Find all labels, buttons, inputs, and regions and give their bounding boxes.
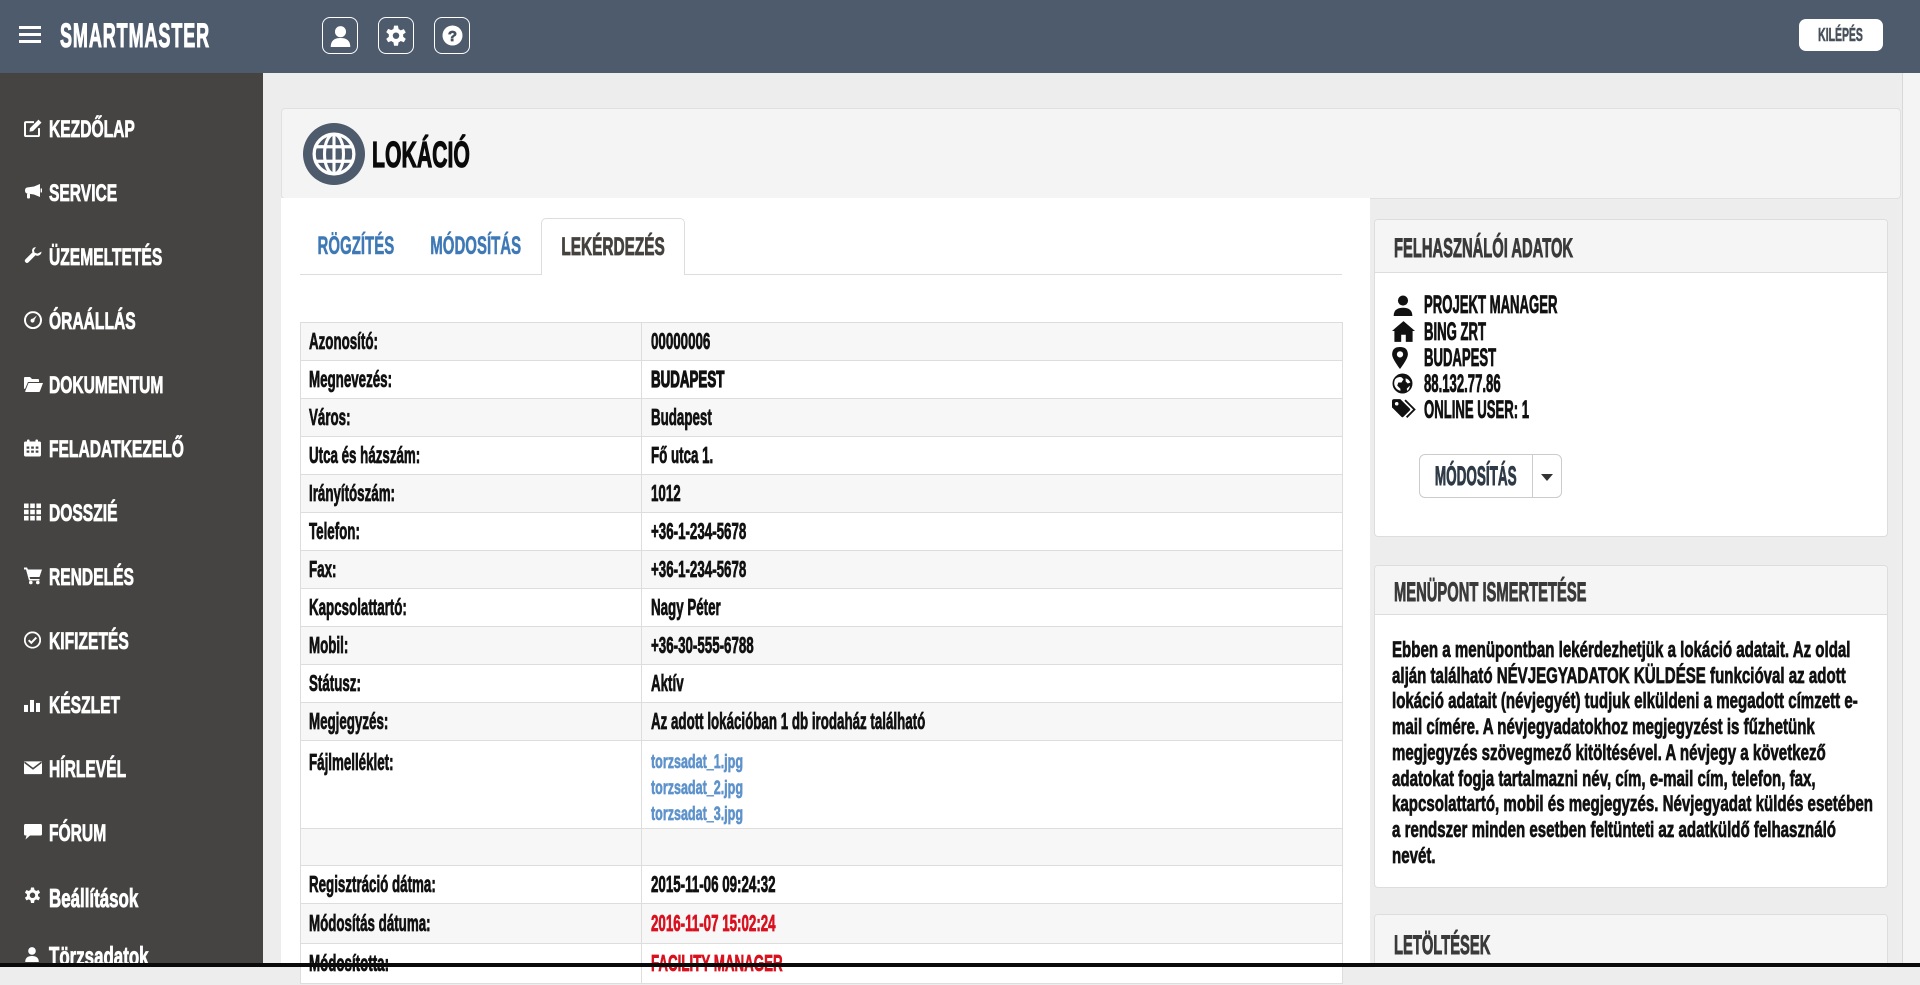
svg-text:?: ? [447, 28, 456, 45]
